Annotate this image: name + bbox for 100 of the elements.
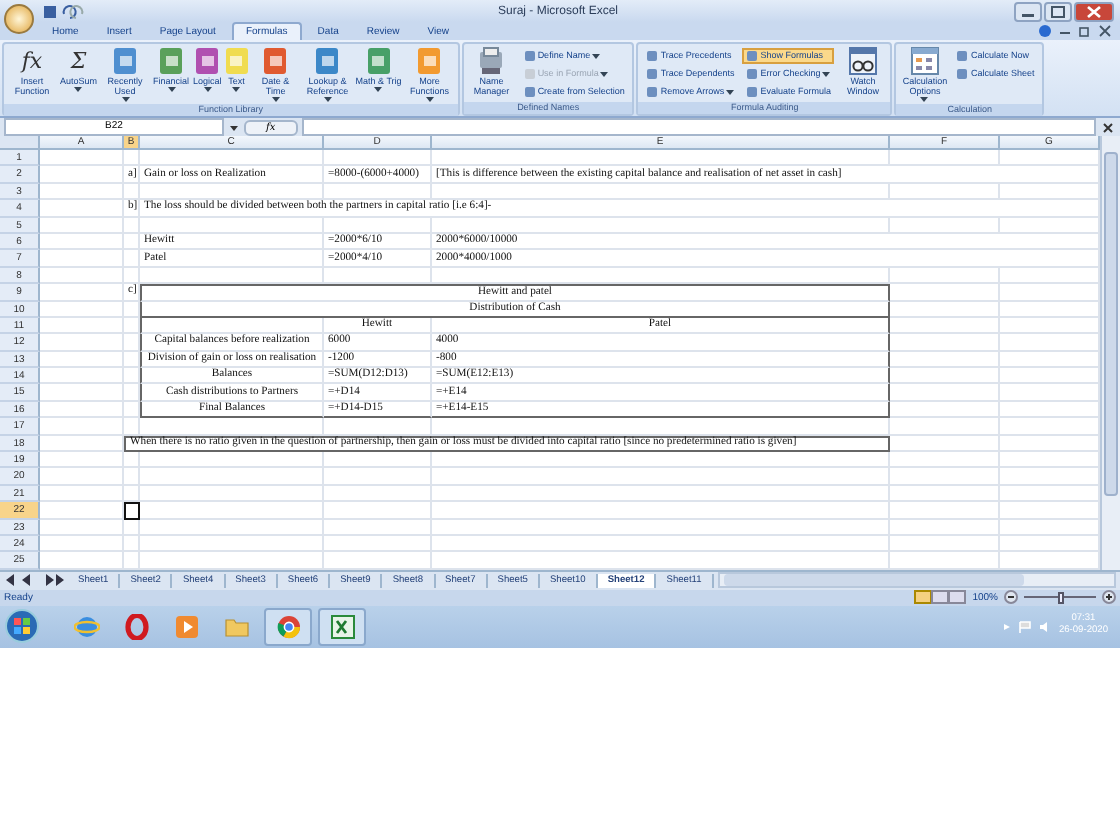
cell[interactable] [324,150,432,167]
cell[interactable] [124,418,140,436]
cell[interactable] [432,150,890,167]
cell[interactable] [432,519,890,536]
cell[interactable] [890,334,1000,352]
cell[interactable] [890,435,1000,453]
cell[interactable] [40,284,124,302]
taskbar-button[interactable] [264,607,312,646]
cell[interactable] [324,267,432,285]
cell[interactable] [124,351,140,369]
cell[interactable] [324,418,432,436]
cell[interactable] [40,200,124,218]
cell[interactable] [890,519,1000,536]
cell[interactable] [124,183,140,201]
cell[interactable] [432,217,890,234]
cell[interactable] [432,452,890,469]
cell[interactable] [124,233,140,251]
cell[interactable] [140,418,324,436]
cell[interactable] [890,267,1000,285]
cell[interactable] [890,468,1000,486]
zoom-in-icon[interactable] [1102,590,1116,605]
cell[interactable] [40,519,124,536]
cell[interactable] [40,166,124,184]
cell[interactable] [140,317,324,335]
cell[interactable] [140,485,324,503]
cell[interactable] [40,267,124,285]
cell[interactable] [40,183,124,201]
cell[interactable] [432,535,890,553]
horizontal-scrollbar[interactable] [717,572,1116,589]
cell[interactable] [124,217,140,234]
cell[interactable] [432,502,890,520]
flag-icon[interactable] [1018,619,1033,634]
cell[interactable] [40,485,124,503]
chevron-icon[interactable] [1002,621,1013,632]
cell[interactable] [124,317,140,335]
cell[interactable] [890,183,1000,201]
cell[interactable] [40,317,124,335]
cell[interactable] [140,217,324,234]
cell[interactable] [124,150,140,167]
maximize-icon[interactable] [1044,1,1072,21]
cell[interactable] [40,217,124,234]
cell[interactable] [890,418,1000,436]
cell[interactable] [324,519,432,536]
cell[interactable] [40,351,124,369]
cell[interactable] [124,401,140,419]
speaker-icon[interactable] [1038,619,1053,634]
cell[interactable] [140,150,324,167]
cell[interactable] [890,368,1000,385]
cell[interactable] [124,267,140,285]
cell[interactable] [890,317,1000,335]
cell[interactable] [124,334,140,352]
close-icon[interactable] [1098,24,1112,38]
cell[interactable] [40,535,124,553]
cell[interactable] [40,435,124,453]
cell[interactable] [140,535,324,553]
cell[interactable] [124,384,140,402]
cell[interactable] [140,519,324,536]
cell[interactable] [890,502,1000,520]
cell[interactable] [890,384,1000,402]
restore-icon[interactable] [1078,24,1092,38]
cell[interactable] [324,217,432,234]
vertical-scrollbar[interactable] [1100,136,1120,570]
cell[interactable] [40,250,124,268]
cell[interactable] [890,284,1000,302]
cell[interactable] [40,150,124,167]
cell[interactable] [40,334,124,352]
sheet-navigation-icon[interactable] [4,572,64,589]
zoom-out-icon[interactable] [1004,590,1018,605]
cell[interactable] [124,535,140,553]
cell[interactable] [124,368,140,385]
cell[interactable] [324,485,432,503]
cell[interactable] [40,468,124,486]
minimize-icon[interactable] [1014,1,1042,21]
cell[interactable] [432,267,890,285]
start-button[interactable] [4,608,40,645]
cell[interactable] [140,267,324,285]
cell[interactable] [140,452,324,469]
select-all-button[interactable] [0,136,40,150]
cell[interactable] [40,301,124,318]
zoom-slider-thumb[interactable] [1057,591,1063,604]
cell[interactable] [324,468,432,486]
cell[interactable] [124,301,140,318]
cell[interactable] [324,183,432,201]
cell[interactable] [432,183,890,201]
cell[interactable] [140,468,324,486]
cell[interactable] [432,468,890,486]
cell[interactable] [124,485,140,503]
cell[interactable] [324,502,432,520]
cell[interactable] [40,418,124,436]
cell[interactable] [124,250,140,268]
cell[interactable] [124,468,140,486]
close-icon[interactable] [1074,1,1114,21]
cell[interactable] [124,519,140,536]
cell[interactable] [432,418,890,436]
view-buttons-icon[interactable] [914,590,967,605]
taskbar-button[interactable] [318,607,366,646]
cell[interactable] [324,452,432,469]
cell[interactable] [890,485,1000,503]
cell[interactable] [140,183,324,201]
office-button[interactable] [4,4,34,34]
